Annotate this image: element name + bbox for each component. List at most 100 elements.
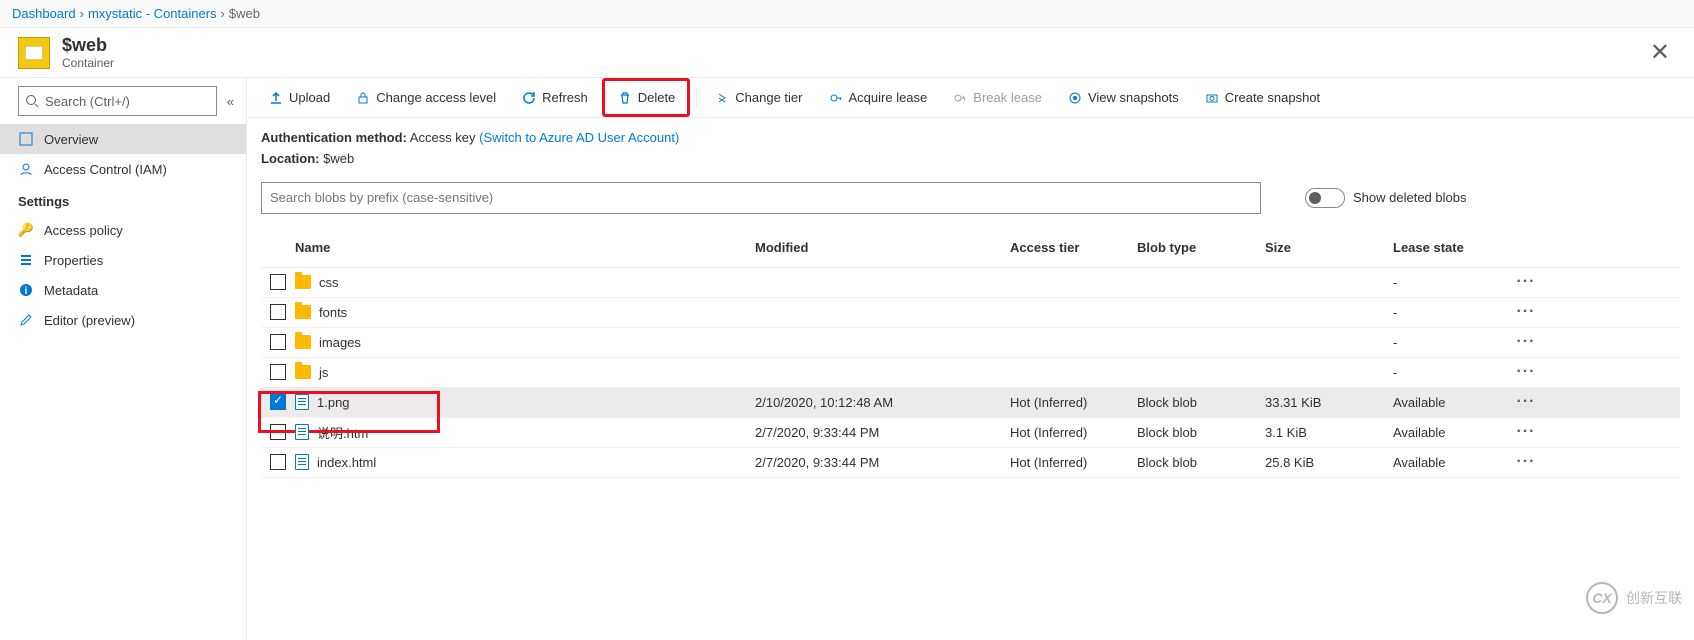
sidebar-item-access-policy[interactable]: 🔑 Access policy bbox=[0, 215, 246, 245]
row-checkbox[interactable] bbox=[270, 274, 286, 290]
breadcrumb-link-dashboard[interactable]: Dashboard bbox=[12, 6, 76, 21]
breadcrumb-current: $web bbox=[229, 6, 260, 21]
table-row[interactable]: 1.png2/10/2020, 10:12:48 AMHot (Inferred… bbox=[261, 388, 1680, 418]
sidebar-search-input[interactable]: Search (Ctrl+/) bbox=[18, 86, 217, 116]
break-lease-button: Break lease bbox=[941, 78, 1054, 117]
row-lease: Available bbox=[1393, 395, 1506, 410]
row-name: fonts bbox=[319, 305, 347, 320]
row-size: 3.1 KiB bbox=[1265, 425, 1393, 440]
watermark-text: 创新互联 bbox=[1626, 588, 1682, 608]
watermark-logo-icon: CX bbox=[1586, 582, 1618, 614]
collapse-sidebar-button[interactable]: « bbox=[223, 90, 238, 113]
row-name: index.html bbox=[317, 455, 376, 470]
row-more-button[interactable]: ··· bbox=[1506, 363, 1546, 381]
sidebar-item-label: Metadata bbox=[44, 283, 98, 298]
table-row[interactable]: fonts -··· bbox=[261, 298, 1680, 328]
sidebar-item-label: Editor (preview) bbox=[44, 313, 135, 328]
row-modified: 2/7/2020, 9:33:44 PM bbox=[755, 425, 1010, 440]
row-lease: Available bbox=[1393, 425, 1506, 440]
sidebar: Search (Ctrl+/) « Overview Access Contro… bbox=[0, 78, 247, 640]
col-name[interactable]: Name bbox=[295, 240, 755, 255]
row-checkbox[interactable] bbox=[270, 334, 286, 350]
page-subtitle: Container bbox=[62, 56, 114, 70]
row-lease: Available bbox=[1393, 455, 1506, 470]
col-lease[interactable]: Lease state bbox=[1393, 240, 1506, 255]
row-modified: 2/7/2020, 9:33:44 PM bbox=[755, 455, 1010, 470]
col-tier[interactable]: Access tier bbox=[1010, 240, 1137, 255]
search-icon bbox=[25, 94, 39, 108]
table-row[interactable]: images-··· bbox=[261, 328, 1680, 358]
sidebar-item-iam[interactable]: Access Control (IAM) bbox=[0, 154, 246, 184]
row-lease: - bbox=[1393, 305, 1506, 320]
page-title: $web bbox=[62, 35, 114, 56]
row-size: 33.31 KiB bbox=[1265, 395, 1393, 410]
row-more-button[interactable]: ··· bbox=[1506, 303, 1546, 321]
switch-auth-link[interactable]: (Switch to Azure AD User Account) bbox=[479, 130, 679, 145]
table-row[interactable]: 说明.htm 2/7/2020, 9:33:44 PMHot (Inferred)… bbox=[261, 418, 1680, 448]
row-type: Block blob bbox=[1137, 395, 1265, 410]
chevron-right-icon: › bbox=[80, 6, 84, 21]
folder-icon bbox=[295, 365, 311, 379]
row-more-button[interactable]: ··· bbox=[1506, 273, 1546, 291]
properties-icon bbox=[18, 252, 34, 268]
create-snapshot-button[interactable]: Create snapshot bbox=[1193, 78, 1332, 117]
blade-header: $web Container ✕ bbox=[0, 28, 1694, 78]
sidebar-item-label: Access policy bbox=[44, 223, 123, 238]
row-name: 说明.htm bbox=[317, 423, 368, 442]
breadcrumb-link-containers[interactable]: mxystatic - Containers bbox=[88, 6, 217, 21]
chevron-right-icon: › bbox=[221, 6, 225, 21]
folder-icon bbox=[295, 305, 311, 319]
sidebar-search-placeholder: Search (Ctrl+/) bbox=[45, 94, 130, 109]
acquire-lease-button[interactable]: Acquire lease bbox=[817, 78, 940, 117]
overview-icon bbox=[18, 131, 34, 147]
row-name: images bbox=[319, 335, 361, 350]
col-type[interactable]: Blob type bbox=[1137, 240, 1265, 255]
view-snapshots-button[interactable]: View snapshots bbox=[1056, 78, 1191, 117]
row-more-button[interactable]: ··· bbox=[1506, 393, 1546, 411]
sidebar-item-label: Properties bbox=[44, 253, 103, 268]
blob-search-input[interactable] bbox=[261, 182, 1261, 214]
location-value: $web bbox=[323, 151, 354, 166]
iam-icon bbox=[18, 161, 34, 177]
table-row[interactable]: js-··· bbox=[261, 358, 1680, 388]
sidebar-item-label: Overview bbox=[44, 132, 98, 147]
col-modified[interactable]: Modified bbox=[755, 240, 1010, 255]
upload-button[interactable]: Upload bbox=[257, 78, 342, 117]
container-icon bbox=[18, 37, 50, 69]
row-checkbox[interactable] bbox=[270, 364, 286, 380]
sidebar-item-overview[interactable]: Overview bbox=[0, 124, 246, 154]
row-modified: 2/10/2020, 10:12:48 AM bbox=[755, 395, 1010, 410]
row-type: Block blob bbox=[1137, 455, 1265, 470]
sidebar-item-metadata[interactable]: i Metadata bbox=[0, 275, 246, 305]
row-checkbox[interactable] bbox=[270, 304, 286, 320]
row-more-button[interactable]: ··· bbox=[1506, 423, 1546, 441]
row-checkbox[interactable] bbox=[270, 394, 286, 410]
row-checkbox[interactable] bbox=[270, 454, 286, 470]
breadcrumb: Dashboard › mxystatic - Containers › $we… bbox=[0, 0, 1694, 28]
row-lease: - bbox=[1393, 365, 1506, 380]
close-button[interactable]: ✕ bbox=[1638, 34, 1682, 71]
sidebar-item-properties[interactable]: Properties bbox=[0, 245, 246, 275]
toolbar: Upload Change access level Refresh Delet… bbox=[247, 78, 1694, 118]
key-icon: 🔑 bbox=[18, 222, 34, 238]
watermark: CX 创新互联 bbox=[1586, 582, 1682, 614]
table-row[interactable]: index.html2/7/2020, 9:33:44 PMHot (Infer… bbox=[261, 448, 1680, 478]
col-size[interactable]: Size bbox=[1265, 240, 1393, 255]
show-deleted-toggle[interactable] bbox=[1305, 188, 1345, 208]
delete-button[interactable]: Delete bbox=[606, 81, 688, 114]
sidebar-item-editor[interactable]: Editor (preview) bbox=[0, 305, 246, 335]
blob-table: Name Modified Access tier Blob type Size… bbox=[247, 228, 1694, 640]
info-panel: Authentication method: Access key (Switc… bbox=[247, 118, 1694, 176]
row-tier: Hot (Inferred) bbox=[1010, 425, 1137, 440]
row-more-button[interactable]: ··· bbox=[1506, 453, 1546, 471]
row-more-button[interactable]: ··· bbox=[1506, 333, 1546, 351]
row-checkbox[interactable] bbox=[270, 424, 286, 440]
row-name: css bbox=[319, 275, 339, 290]
change-tier-button[interactable]: Change tier bbox=[703, 78, 814, 117]
row-size: 25.8 KiB bbox=[1265, 455, 1393, 470]
refresh-button[interactable]: Refresh bbox=[510, 78, 600, 117]
location-label: Location: bbox=[261, 151, 320, 166]
change-access-level-button[interactable]: Change access level bbox=[344, 78, 508, 117]
auth-method-value: Access key bbox=[410, 130, 476, 145]
table-row[interactable]: css-··· bbox=[261, 268, 1680, 298]
